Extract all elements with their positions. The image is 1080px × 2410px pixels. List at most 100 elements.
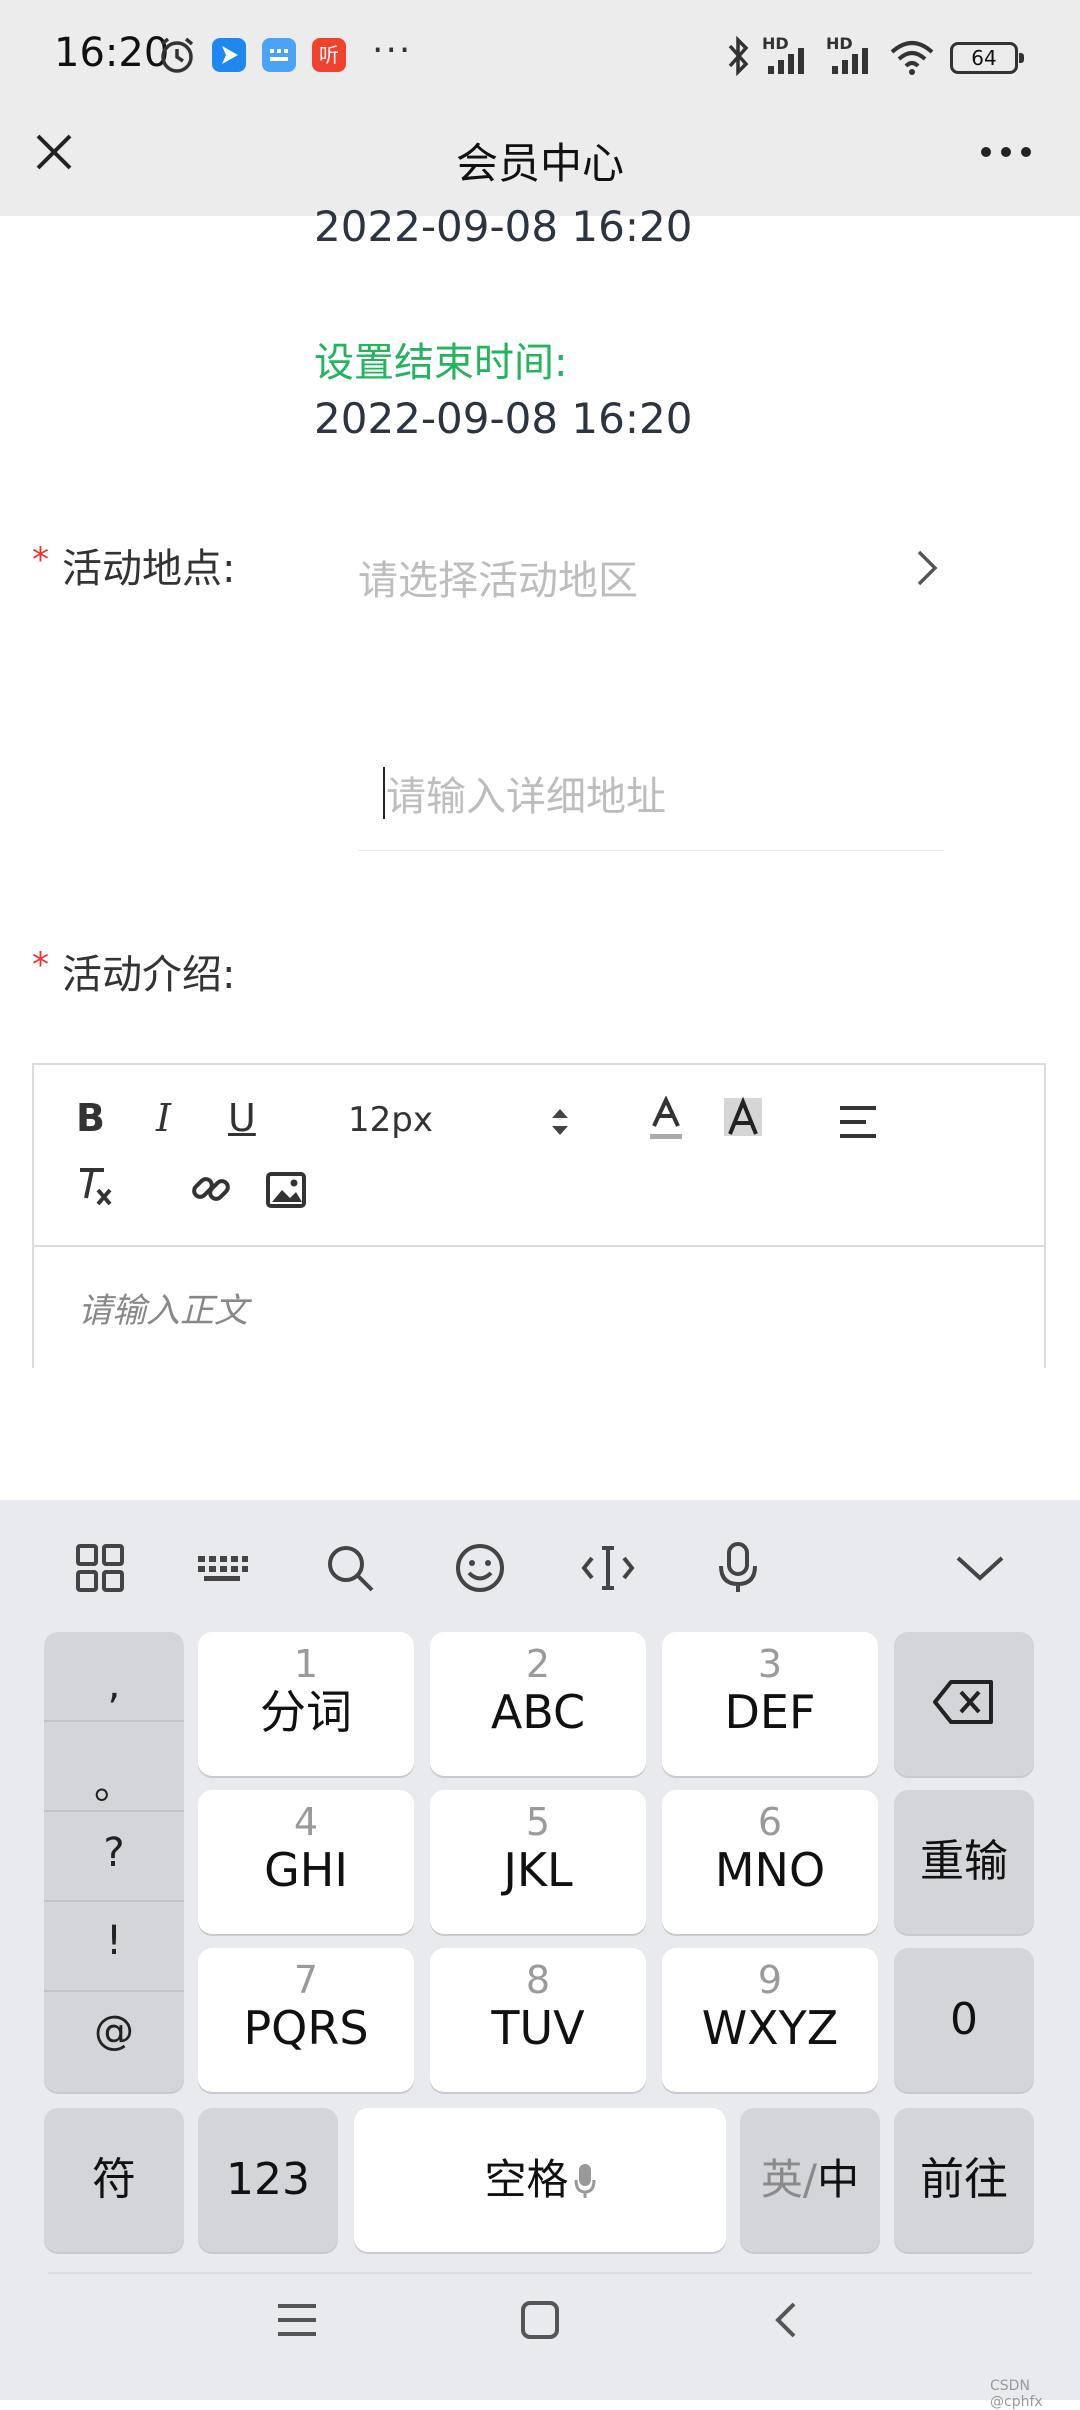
cursor-move-icon[interactable] <box>578 1538 638 1598</box>
menu-nav-icon[interactable] <box>276 2300 318 2340</box>
key-8[interactable]: 8 TUV <box>430 1948 646 2092</box>
key-4[interactable]: 4 GHI <box>198 1790 414 1934</box>
editor-divider <box>34 1245 1044 1247</box>
required-mark-intro: * <box>32 945 49 985</box>
alarm-icon <box>160 37 194 73</box>
font-color-icon[interactable] <box>648 1096 684 1142</box>
intro-label: 活动介绍: <box>62 952 236 998</box>
key-2-letters: ABC <box>490 1685 586 1739</box>
app-icon-ting: 听 <box>312 38 346 72</box>
key-2-num: 2 <box>525 1642 551 1686</box>
nav-divider <box>48 2272 1032 2274</box>
underline-button[interactable]: U <box>228 1096 256 1140</box>
font-size-select[interactable]: 12px <box>348 1100 433 1140</box>
punct-divider <box>44 1720 184 1722</box>
key-1-letters: 分词 <box>260 1685 352 1739</box>
end-time-label[interactable]: 设置结束时间: <box>314 330 567 388</box>
battery-indicator: 64 <box>950 42 1024 74</box>
background-color-icon[interactable] <box>722 1096 764 1138</box>
space-label: 空格 <box>484 2155 569 2204</box>
reinput-key[interactable]: 重输 <box>894 1790 1034 1934</box>
numbers-label: 123 <box>226 2154 310 2205</box>
space-key[interactable]: 空格 <box>354 2108 726 2252</box>
key-1[interactable]: 1 分词 <box>198 1632 414 1776</box>
key-7[interactable]: 7 PQRS <box>198 1948 414 2092</box>
key-4-letters: GHI <box>264 1843 348 1897</box>
status-time: 16:20 <box>54 30 170 76</box>
backspace-icon <box>933 1680 993 1724</box>
signal-hd-icon <box>768 48 804 74</box>
punct-question[interactable]: ? <box>44 1830 184 1876</box>
symbols-key[interactable]: 符 <box>44 2108 184 2252</box>
italic-button[interactable]: I <box>156 1096 171 1140</box>
search-icon[interactable] <box>320 1538 380 1598</box>
collapse-keyboard-icon[interactable] <box>950 1538 1010 1598</box>
bluetooth-icon <box>728 35 749 77</box>
app-icon-keypad <box>262 38 296 72</box>
key-9-num: 9 <box>757 1958 783 2002</box>
signal-hd-icon <box>832 48 868 74</box>
more-icon[interactable] <box>978 140 1034 164</box>
punct-divider <box>44 1810 184 1812</box>
end-time-value[interactable]: 2022-09-08 16:20 <box>314 394 692 443</box>
key-2[interactable]: 2 ABC <box>430 1632 646 1776</box>
key-3-letters: DEF <box>724 1685 816 1739</box>
chevron-right-icon[interactable] <box>914 548 940 588</box>
back-nav-icon[interactable] <box>770 2300 800 2340</box>
key-5-letters: JKL <box>503 1843 573 1897</box>
key-5[interactable]: 5 JKL <box>430 1790 646 1934</box>
key-7-num: 7 <box>293 1958 319 2002</box>
text-caret <box>383 767 385 819</box>
punct-at[interactable]: @ <box>44 2008 184 2054</box>
go-label: 前往 <box>920 2154 1008 2205</box>
space-mic-icon <box>574 2164 596 2198</box>
align-left-icon[interactable] <box>838 1104 878 1140</box>
status-more-dots: ··· <box>372 30 413 71</box>
editor-body-input[interactable]: 请输入正文 <box>78 1283 248 1332</box>
address-input[interactable]: 请输入详细地址 <box>386 764 666 822</box>
symbols-label: 符 <box>92 2154 136 2205</box>
link-icon[interactable] <box>190 1168 232 1210</box>
punct-divider <box>44 1900 184 1902</box>
backspace-key[interactable] <box>894 1632 1034 1776</box>
lang-switch-key[interactable]: 英/中 <box>740 2108 880 2252</box>
start-time-value: 2022-09-08 16:20 <box>314 202 693 251</box>
lang-zh: 中 <box>817 2155 860 2204</box>
required-mark: * <box>32 540 49 580</box>
select-arrows-icon[interactable] <box>548 1104 572 1140</box>
punct-comma[interactable]: , <box>44 1662 184 1708</box>
keyboard-switch-icon[interactable] <box>192 1538 252 1598</box>
punct-period[interactable]: 。 <box>44 1752 184 1810</box>
emoji-icon[interactable] <box>450 1538 510 1598</box>
microphone-icon[interactable] <box>708 1538 768 1598</box>
key-3-num: 3 <box>757 1642 783 1686</box>
lang-en: 英 <box>760 2155 803 2204</box>
clear-format-icon[interactable] <box>74 1164 118 1208</box>
key-8-letters: TUV <box>491 2001 585 2055</box>
zero-label: 0 <box>950 1994 978 2045</box>
app-icon-blue <box>212 38 246 72</box>
key-3[interactable]: 3 DEF <box>662 1632 878 1776</box>
address-underline <box>358 850 944 851</box>
lang-sep: / <box>802 2155 818 2204</box>
key-7-letters: PQRS <box>243 2001 369 2055</box>
punct-exclaim[interactable]: ! <box>44 1918 184 1964</box>
key-6-num: 6 <box>757 1800 783 1844</box>
key-9[interactable]: 9 WXYZ <box>662 1948 878 2092</box>
location-label: 活动地点: <box>62 546 236 592</box>
grid-apps-icon[interactable] <box>70 1538 130 1598</box>
punct-divider <box>44 1990 184 1992</box>
image-icon[interactable] <box>266 1172 306 1208</box>
zero-key[interactable]: 0 <box>894 1948 1034 2092</box>
home-nav-icon[interactable] <box>520 2300 560 2340</box>
go-key[interactable]: 前往 <box>894 2108 1034 2252</box>
key-1-num: 1 <box>293 1642 319 1686</box>
page-title: 会员中心 <box>455 139 624 188</box>
wifi-icon <box>890 41 934 75</box>
key-5-num: 5 <box>525 1800 551 1844</box>
bold-button[interactable]: B <box>76 1096 105 1140</box>
numbers-key[interactable]: 123 <box>198 2108 338 2252</box>
key-6[interactable]: 6 MNO <box>662 1790 878 1934</box>
key-4-num: 4 <box>293 1800 319 1844</box>
location-picker[interactable]: 请选择活动地区 <box>358 548 638 606</box>
